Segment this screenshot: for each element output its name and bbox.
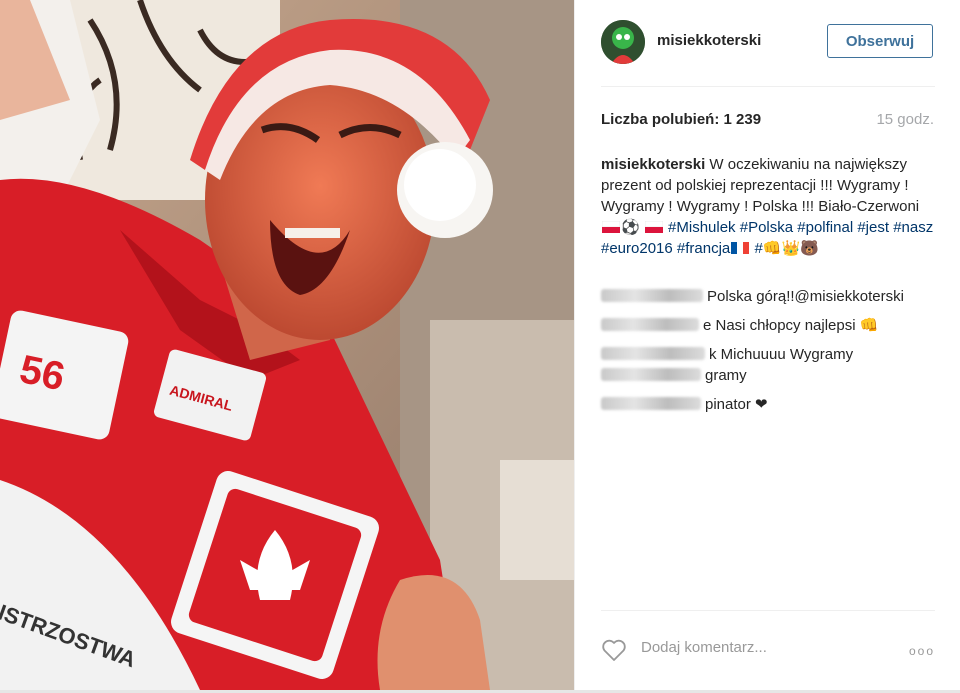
hashtag[interactable]: #Polska — [740, 219, 793, 236]
hashtag[interactable]: #polfinal — [797, 219, 853, 236]
likes-count[interactable]: Liczba polubień: 1 239 — [601, 111, 761, 128]
photo-illustration: ADMIRAL 56 ISTRZOSTWA — [0, 0, 574, 690]
emoji-group-icon: 👊👑🐻 — [762, 240, 819, 257]
more-options-icon[interactable]: ooo — [909, 644, 935, 658]
poland-flag-icon — [644, 221, 663, 233]
post-caption: misiekkoterski W oczekiwaniu na najwięks… — [601, 154, 935, 259]
comment-item: k Michuuuu Wygramy — [601, 344, 935, 365]
add-comment-input[interactable]: Dodaj komentarz... — [641, 639, 767, 656]
follow-button[interactable]: Obserwuj — [827, 24, 933, 58]
header-divider — [601, 86, 935, 87]
comment-text: e Nasi chłopcy najlepsi 👊 — [703, 317, 879, 334]
france-flag-icon — [731, 242, 750, 254]
post-time[interactable]: 15 godz. — [876, 111, 934, 128]
caption-username[interactable]: misiekkoterski — [601, 156, 705, 173]
avatar[interactable] — [601, 20, 645, 64]
soccer-ball-icon: ⚽ — [621, 219, 640, 236]
username[interactable]: misiekkoterski — [657, 32, 761, 49]
blurred-username — [601, 318, 699, 331]
blurred-username — [601, 397, 701, 410]
hashtag[interactable]: #francja — [677, 240, 730, 257]
heart-icon[interactable] — [601, 638, 627, 667]
comment-text: Polska górą!!@misiekkoterski — [707, 288, 904, 305]
comment-item: gramy — [601, 365, 935, 394]
comment-text: k Michuuuu Wygramy — [709, 346, 854, 363]
poland-flag-icon — [602, 221, 620, 233]
comments-divider — [601, 610, 935, 611]
avatar-image — [601, 20, 645, 64]
comment-text: pinator ❤ — [705, 396, 768, 413]
blurred-username — [601, 289, 703, 302]
hashtag[interactable]: # — [754, 240, 762, 257]
comments-list: Polska górą!!@misiekkoterski e Nasi chło… — [601, 286, 935, 423]
comment-text: gramy — [705, 367, 747, 384]
comment-item: e Nasi chłopcy najlepsi 👊 — [601, 315, 935, 344]
hashtag[interactable]: #jest — [857, 219, 889, 236]
instagram-post: ADMIRAL 56 ISTRZOSTWA misiekkoterski Obs… — [0, 0, 960, 693]
svg-text:56: 56 — [16, 347, 69, 399]
post-header: misiekkoterski Obserwuj — [601, 18, 935, 68]
comment-input-row: Dodaj komentarz... ooo — [601, 632, 935, 668]
hashtag[interactable]: #nasz — [893, 219, 933, 236]
hashtag[interactable]: #euro2016 — [601, 240, 673, 257]
comment-item: pinator ❤ — [601, 394, 935, 423]
comment-item: Polska górą!!@misiekkoterski — [601, 286, 935, 315]
hashtag[interactable]: #Mishulek — [668, 219, 736, 236]
blurred-username — [601, 368, 701, 381]
post-details-panel: misiekkoterski Obserwuj Liczba polubień:… — [574, 0, 960, 690]
post-photo[interactable]: ADMIRAL 56 ISTRZOSTWA — [0, 0, 574, 690]
blurred-username — [601, 347, 705, 360]
